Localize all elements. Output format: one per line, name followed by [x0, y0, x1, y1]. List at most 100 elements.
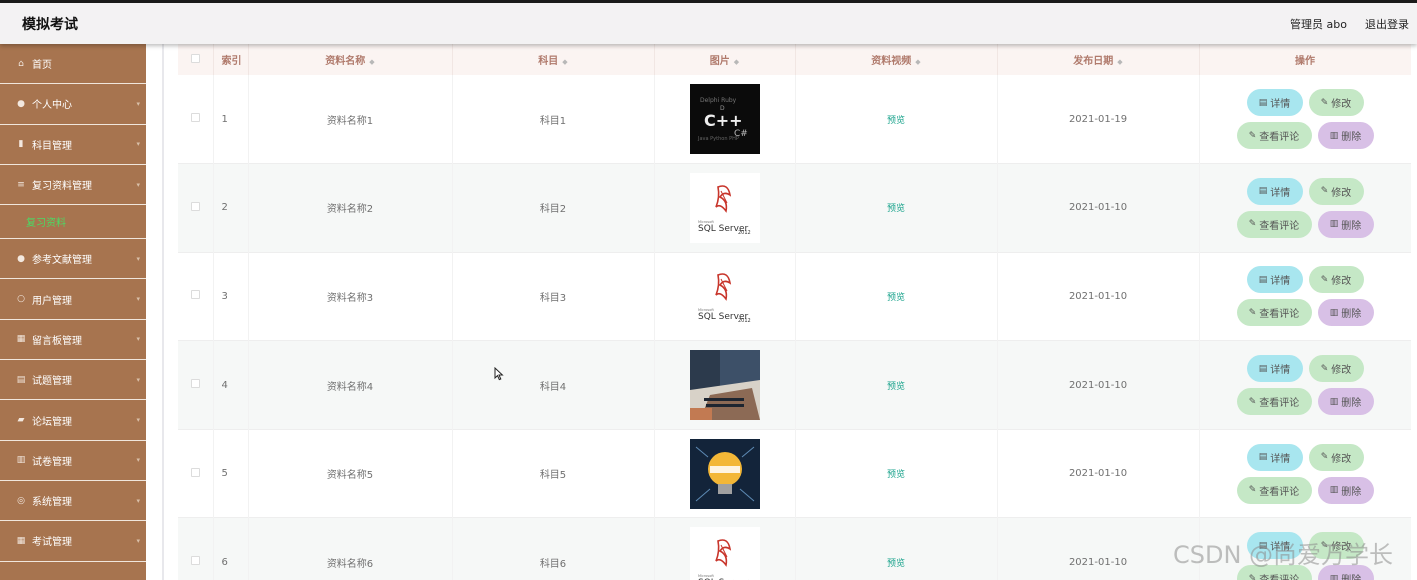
sort-icon[interactable]: ◆ [915, 58, 920, 66]
table-row[interactable]: 3 资料名称3 科目3 Microsoft SQL Server 2012 预览… [178, 252, 1411, 341]
sort-icon[interactable]: ◆ [369, 58, 374, 66]
preview-link[interactable]: 预览 [887, 559, 905, 569]
name-cell: 资料名称1 [248, 75, 453, 164]
edit-button[interactable]: ✎ 修改 [1308, 443, 1364, 471]
sidebar-item[interactable]: ● 参考文献管理 ▾ [0, 239, 146, 280]
trash-icon: ▥ [1329, 307, 1339, 318]
sidebar-subitem[interactable]: 复习资料 [0, 205, 146, 240]
delete-button[interactable]: ▥删除 [1317, 476, 1374, 504]
row-checkbox[interactable] [190, 290, 200, 300]
select-all-header[interactable] [178, 44, 214, 75]
delete-button[interactable]: ▥删除 [1317, 299, 1374, 327]
table-row[interactable]: 6 资料名称6 科目6 Microsoft SQL Server 2012 预览… [178, 517, 1411, 580]
admin-label[interactable]: 管理员 abo [1290, 16, 1347, 32]
column-header-date[interactable]: 发布日期 ◆ [997, 44, 1200, 75]
sidebar-item[interactable]: ▮ 科目管理 ▾ [0, 125, 146, 165]
column-header-video[interactable]: 资料视频 ◆ [795, 44, 998, 75]
row-select-cell[interactable] [178, 517, 214, 580]
list-icon: ≡ [17, 179, 25, 190]
thumbnail-image[interactable]: Microsoft SQL Server 2012 [689, 261, 760, 332]
detail-button[interactable]: ▤ 详情 [1246, 532, 1303, 560]
view-comments-button[interactable]: ✎查看评论 [1236, 565, 1312, 580]
logout-link[interactable]: 退出登录 [1365, 16, 1409, 32]
view-comments-button[interactable]: ✎查看评论 [1236, 388, 1312, 416]
thumbnail-image[interactable]: Microsoft SQL Server 2012 [689, 527, 760, 580]
thumbnail-image[interactable]: Delphi Ruby C++ C# Java Python PHP D [689, 84, 760, 155]
preview-link[interactable]: 预览 [887, 204, 905, 214]
row-select-cell[interactable] [178, 163, 214, 253]
sidebar-item[interactable]: ≡ 复习资料管理 ▾ [0, 165, 146, 206]
sidebar-item-label: 复习资料管理 [32, 181, 92, 193]
sort-icon[interactable]: ◆ [734, 58, 739, 66]
view-comments-button[interactable]: ✎查看评论 [1236, 210, 1312, 238]
svg-text:Java Python PHP: Java Python PHP [697, 136, 739, 142]
delete-button[interactable]: ▥删除 [1317, 388, 1374, 416]
detail-button[interactable]: ▤ 详情 [1246, 355, 1303, 383]
sort-icon[interactable]: ◆ [562, 58, 567, 66]
column-header-name[interactable]: 资料名称 ◆ [248, 44, 453, 75]
delete-button[interactable]: ▥删除 [1317, 210, 1374, 238]
detail-button[interactable]: ▤ 详情 [1246, 443, 1303, 471]
pencil-icon: ✎ [1248, 130, 1257, 141]
table-row[interactable]: 4 资料名称4 科目4 预览 2021-01-10 ▤ 详情 ✎ 修改 ✎ 查看评论 … [178, 340, 1411, 430]
sidebar-item[interactable]: ▦ 留言板管理 ▾ [0, 320, 146, 361]
sidebar-item-label: 论坛管理 [32, 416, 72, 428]
sidebar-item-label: 用户管理 [32, 295, 72, 307]
name-cell: 资料名称4 [248, 340, 453, 430]
sidebar-item[interactable]: ◎ 系统管理 ▾ [0, 481, 146, 522]
view-comments-button[interactable]: ✎查看评论 [1236, 476, 1312, 504]
row-select-cell[interactable] [178, 429, 214, 518]
svg-text:2012: 2012 [738, 230, 751, 236]
column-header-image[interactable]: 图片 ◆ [654, 44, 796, 75]
sidebar-item[interactable]: ▥ 试卷管理 ▾ [0, 441, 146, 481]
sidebar-item[interactable]: ○ 用户管理 ▾ [0, 279, 146, 320]
select-all-checkbox[interactable] [190, 53, 200, 63]
scroll-track[interactable] [162, 44, 164, 580]
edit-button[interactable]: ✎ 修改 [1308, 89, 1364, 117]
trash-icon: ▥ [1329, 485, 1339, 496]
sidebar-item-label: 留言板管理 [32, 335, 82, 347]
edit-button[interactable]: ✎ 修改 [1308, 266, 1364, 294]
index-cell: 4 [213, 340, 249, 430]
row-checkbox[interactable] [190, 556, 200, 566]
edit-button[interactable]: ✎ 修改 [1308, 355, 1364, 383]
view-comments-button[interactable]: ✎查看评论 [1236, 122, 1312, 150]
preview-link[interactable]: 预览 [887, 382, 905, 392]
row-checkbox[interactable] [190, 467, 200, 477]
detail-button[interactable]: ▤ 详情 [1246, 177, 1303, 205]
table-row[interactable]: 1 资料名称1 科目1 Delphi Ruby C++ C# Java Pyth… [178, 75, 1411, 164]
thumbnail-image[interactable] [689, 350, 760, 421]
index-cell: 3 [213, 252, 249, 341]
edit-button[interactable]: ✎ 修改 [1308, 177, 1364, 205]
actions-cell: ▤详情 ✎修改 ✎查看评论 ▥删除 [1199, 163, 1411, 253]
detail-button[interactable]: ▤ 详情 [1246, 89, 1303, 117]
row-checkbox[interactable] [190, 379, 200, 389]
row-checkbox[interactable] [190, 113, 200, 123]
thumbnail-image[interactable] [689, 438, 760, 509]
edit-button[interactable]: ✎ 修改 [1308, 532, 1364, 560]
row-select-cell[interactable] [178, 75, 214, 164]
sidebar-item[interactable]: ▰ 论坛管理 ▾ [0, 400, 146, 441]
action-buttons: ▤详情 ✎修改 ✎查看评论 ▥删除 [1200, 266, 1411, 327]
trash-icon: ▥ [1329, 130, 1339, 141]
view-comments-button[interactable]: ✎查看评论 [1236, 299, 1312, 327]
preview-link[interactable]: 预览 [887, 116, 905, 126]
table-row[interactable]: 2 资料名称2 科目2 Microsoft SQL Server 2012 预览… [178, 163, 1411, 253]
preview-link[interactable]: 预览 [887, 470, 905, 480]
preview-link[interactable]: 预览 [887, 293, 905, 303]
sidebar-item-label: 考试管理 [32, 537, 72, 549]
row-select-cell[interactable] [178, 252, 214, 341]
delete-button[interactable]: ▥删除 [1317, 565, 1374, 580]
delete-button[interactable]: ▥删除 [1317, 122, 1374, 150]
thumbnail-image[interactable]: Microsoft SQL Server 2012 [689, 172, 760, 243]
row-checkbox[interactable] [190, 201, 200, 211]
row-select-cell[interactable] [178, 340, 214, 430]
detail-button[interactable]: ▤ 详情 [1246, 266, 1303, 294]
sidebar-item[interactable]: ⌂ 首页 [0, 44, 146, 85]
sidebar-item[interactable]: ● 个人中心 ▾ [0, 84, 146, 125]
column-header-subject[interactable]: 科目 ◆ [452, 44, 655, 75]
sort-icon[interactable]: ◆ [1117, 58, 1122, 66]
sidebar-item[interactable]: ▤ 试题管理 ▾ [0, 360, 146, 401]
table-row[interactable]: 5 资料名称5 科目5 预览 2021-01-10 ▤ 详情 ✎ 修改 ✎ 查看评论 … [178, 429, 1411, 518]
sidebar-item[interactable]: ▦ 考试管理 ▾ [0, 521, 146, 562]
